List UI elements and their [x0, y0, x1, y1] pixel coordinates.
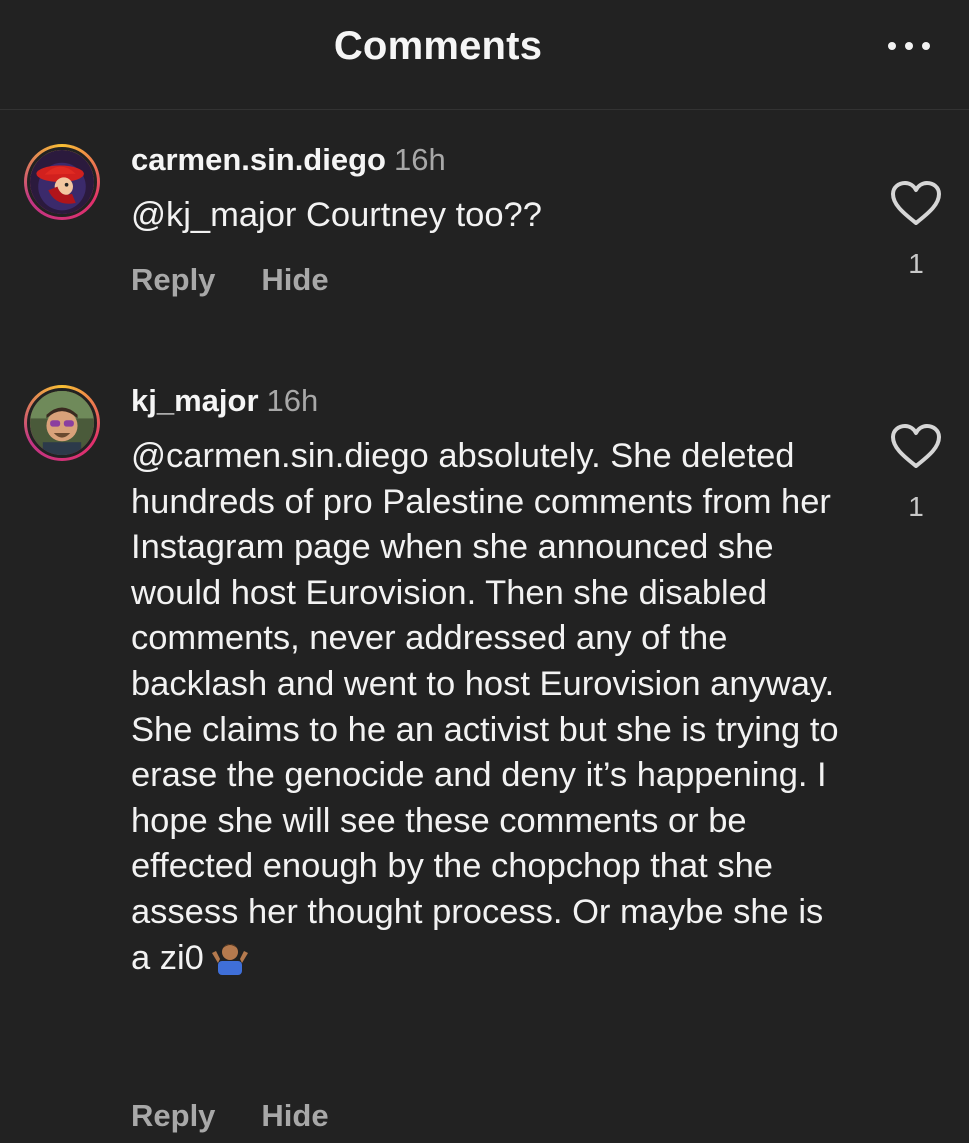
comment-mention[interactable]: @kj_major [131, 196, 296, 234]
avatar[interactable] [24, 385, 100, 461]
comment-text: @carmen.sin.diego absolutely. She delete… [131, 434, 851, 981]
avatar-image-icon [30, 391, 94, 455]
comment-meta: carmen.sin.diego 16h [131, 142, 446, 178]
more-horizontal-icon[interactable] [888, 42, 948, 54]
person-shrugging-icon [211, 943, 248, 975]
heart-icon[interactable] [890, 423, 942, 469]
comment-actions: Reply Hide [131, 262, 329, 298]
heart-icon[interactable] [890, 180, 942, 226]
avatar[interactable] [24, 144, 100, 220]
like-count: 1 [908, 491, 924, 522]
like-block: 1 [886, 180, 946, 280]
hide-button[interactable]: Hide [261, 1098, 328, 1134]
comment-text: @kj_major Courtney too?? [131, 193, 851, 239]
comment-username[interactable]: kj_major [131, 383, 259, 418]
page-title: Comments [333, 24, 543, 68]
comment-time: 16h [266, 383, 319, 418]
comments-header: Comments [0, 0, 969, 110]
comment-username[interactable]: carmen.sin.diego [131, 142, 386, 177]
avatar-image-icon [30, 150, 94, 214]
comment-mention[interactable]: @carmen.sin.diego [131, 437, 429, 475]
comment-body: absolutely. She deleted hundreds of pro … [131, 437, 839, 977]
comment-meta: kj_major 16h [131, 383, 318, 419]
hide-button[interactable]: Hide [261, 262, 328, 298]
like-block: 1 [886, 423, 946, 523]
comment-body: Courtney too?? [296, 196, 542, 234]
reply-button[interactable]: Reply [131, 262, 215, 298]
like-count: 1 [908, 248, 924, 279]
comment-time: 16h [393, 142, 446, 177]
comment-actions: Reply Hide [131, 1098, 329, 1134]
reply-button[interactable]: Reply [131, 1098, 215, 1134]
